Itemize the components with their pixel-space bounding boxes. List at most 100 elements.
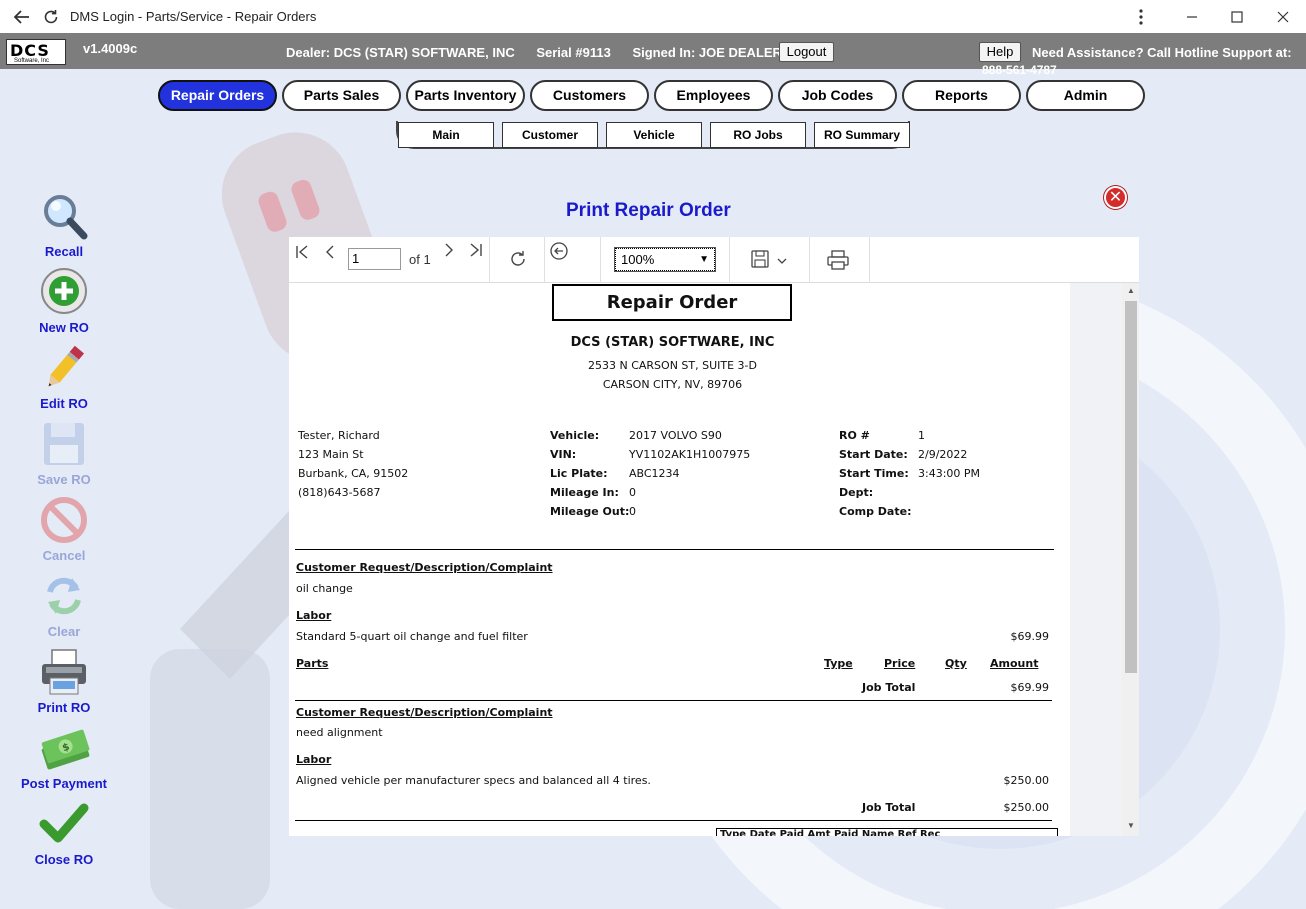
scroll-up-icon[interactable]: ▲ (1125, 286, 1137, 300)
print-ro-button[interactable]: Print RO (14, 646, 114, 715)
zoom-select[interactable]: 100% ▼ (614, 247, 716, 272)
job2-labor-header: Labor (296, 753, 332, 766)
edit-ro-button[interactable]: Edit RO (14, 342, 114, 411)
window-title: DMS Login - Parts/Service - Repair Order… (70, 9, 317, 24)
hotline-number: 888-561-4787 (982, 63, 1057, 77)
report-page: Repair Order DCS (STAR) SOFTWARE, INC 25… (289, 283, 1070, 836)
print-ro-label: Print RO (37, 700, 91, 715)
main-navigation: Repair Orders Parts Sales Parts Inventor… (158, 80, 1145, 111)
new-ro-button[interactable]: New RO (14, 266, 114, 335)
vin-value: YV1102AK1H1007975 (629, 448, 751, 461)
job1-labor-header: Labor (296, 609, 332, 622)
cancel-icon (41, 497, 87, 543)
job1-labor-amount: $69.99 (1010, 630, 1050, 643)
company-name: DCS (STAR) SOFTWARE, INC (570, 335, 775, 350)
refresh-report-icon[interactable] (508, 249, 528, 273)
back-arrow-icon[interactable] (11, 6, 33, 28)
mileage-out-value: 0 (629, 505, 636, 518)
logout-button[interactable]: Logout (779, 42, 834, 62)
clear-label: Clear (47, 624, 81, 639)
tab-parts-sales[interactable]: Parts Sales (282, 80, 401, 111)
job1-complaint-header: Customer Request/Description/Complaint (296, 561, 553, 574)
subtab-main[interactable]: Main (398, 122, 494, 148)
job2-complaint-header: Customer Request/Description/Complaint (296, 706, 553, 719)
signed-in-user: Signed In: JOE DEALER (632, 45, 782, 60)
start-time-label: Start Time: (839, 467, 909, 480)
chevron-down-icon: ▼ (699, 254, 709, 265)
tab-customers[interactable]: Customers (530, 80, 649, 111)
close-dialog-icon[interactable]: ✕ (1104, 186, 1127, 209)
customer-phone: (818)643-5687 (298, 486, 381, 499)
scroll-down-icon[interactable]: ▼ (1125, 821, 1137, 835)
sub-navigation: Main Customer Vehicle RO Jobs RO Summary (396, 121, 910, 149)
back-to-parent-icon[interactable] (549, 241, 569, 265)
tab-admin[interactable]: Admin (1026, 80, 1145, 111)
reload-icon[interactable] (40, 6, 62, 28)
mileage-in-value: 0 (629, 486, 636, 499)
customer-name: Tester, Richard (298, 429, 380, 442)
report-viewer-toolbar: 1 of 1 100% ▼ (289, 237, 1139, 283)
lic-plate-value: ABC1234 (629, 467, 680, 480)
edit-ro-label: Edit RO (40, 396, 88, 411)
maximize-icon[interactable] (1226, 6, 1248, 28)
job2-labor-amount: $250.00 (1003, 774, 1050, 787)
report-viewport[interactable]: Repair Order DCS (STAR) SOFTWARE, INC 25… (289, 283, 1139, 836)
checkmark-icon (39, 803, 89, 843)
app-header: DCS Software, Inc v1.4009c Dealer: DCS (… (0, 33, 1306, 69)
tab-parts-inventory[interactable]: Parts Inventory (406, 80, 525, 111)
report-title: Repair Order (552, 284, 792, 321)
recall-button[interactable]: Recall (14, 190, 114, 259)
toolbar-separator (544, 237, 545, 283)
toolbar-separator (869, 237, 870, 283)
printer-icon (42, 649, 86, 695)
dialog-title: Print Repair Order (566, 200, 731, 221)
subtab-ro-jobs[interactable]: RO Jobs (710, 122, 806, 148)
comp-date-label: Comp Date: (839, 505, 912, 518)
serial-number: Serial #9113 (536, 45, 611, 60)
scrollbar-thumb[interactable] (1125, 301, 1137, 673)
zoom-value: 100% (621, 252, 655, 267)
next-page-icon[interactable] (441, 242, 457, 262)
company-address-1: 2533 N CARSON ST, SUITE 3-D (587, 359, 757, 372)
minimize-icon[interactable] (1181, 6, 1203, 28)
close-ro-label: Close RO (34, 852, 94, 867)
tab-employees[interactable]: Employees (654, 80, 773, 111)
payment-summary-table: Type Date Paid Amt Paid Name Ref Rec (716, 828, 1058, 836)
divider (295, 549, 1054, 550)
tab-reports[interactable]: Reports (902, 80, 1021, 111)
pencil-icon (48, 345, 85, 387)
app-version: v1.4009c (83, 41, 138, 56)
subtab-ro-summary[interactable]: RO Summary (814, 122, 910, 148)
close-ro-button[interactable]: Close RO (14, 798, 114, 867)
mileage-in-label: Mileage In: (550, 486, 619, 499)
help-button[interactable]: Help (979, 42, 1021, 62)
last-page-icon[interactable] (468, 242, 484, 262)
page-number-input[interactable]: 1 (348, 248, 401, 270)
cancel-button[interactable]: Cancel (14, 494, 114, 563)
more-options-icon[interactable] (1130, 6, 1152, 28)
save-ro-button[interactable]: Save RO (14, 418, 114, 487)
col-amount: Amount (990, 657, 1039, 670)
subtab-customer[interactable]: Customer (502, 122, 598, 148)
print-icon[interactable] (827, 250, 849, 274)
tab-job-codes[interactable]: Job Codes (778, 80, 897, 111)
mileage-out-label: Mileage Out: (550, 505, 630, 518)
company-phone: 866-690-1243 (625, 397, 720, 411)
post-payment-button[interactable]: $ Post Payment (14, 722, 114, 791)
first-page-icon[interactable] (294, 244, 310, 264)
job2-labor-desc: Aligned vehicle per manufacturer specs a… (296, 774, 651, 787)
export-save-icon[interactable] (751, 250, 789, 274)
post-payment-label: Post Payment (21, 776, 107, 791)
previous-page-icon[interactable] (322, 244, 338, 264)
ro-number-label: RO # (839, 429, 870, 442)
window-titlebar: DMS Login - Parts/Service - Repair Order… (0, 0, 1306, 33)
tab-repair-orders[interactable]: Repair Orders (158, 80, 277, 111)
job1-complaint: oil change (296, 582, 353, 595)
money-icon: $ (41, 729, 90, 770)
vehicle-label: Vehicle: (550, 429, 600, 442)
subtab-vehicle[interactable]: Vehicle (606, 122, 702, 148)
start-time-value: 3:43:00 PM (918, 467, 981, 480)
clear-button[interactable]: Clear (14, 570, 114, 639)
close-window-icon[interactable] (1272, 6, 1294, 28)
divider (295, 820, 1052, 821)
